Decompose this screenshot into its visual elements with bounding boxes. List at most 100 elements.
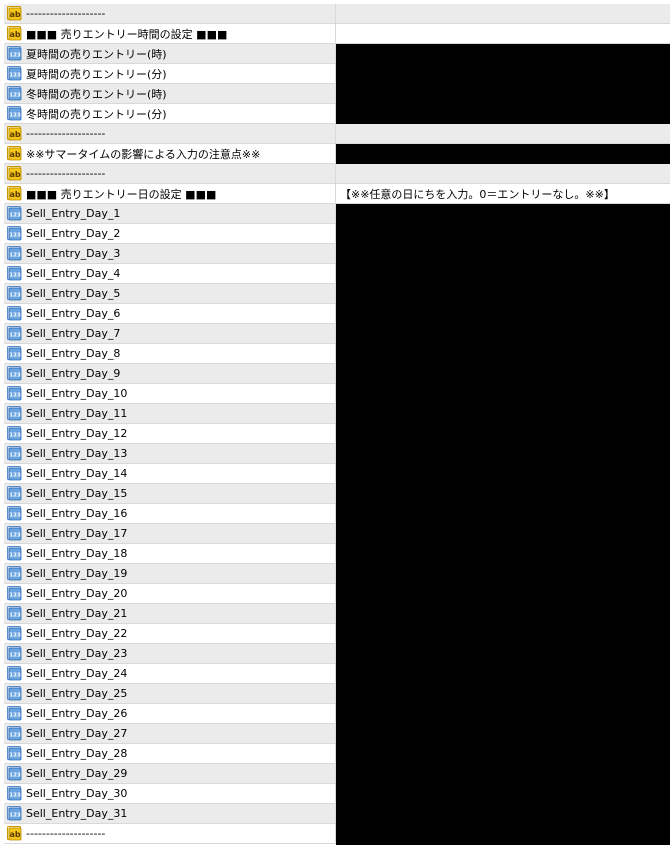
parameter-row[interactable]: ab ■■■ 売りエントリー時間の設定 ■■■ [4,24,670,44]
parameter-name-cell[interactable]: 123 Sell_Entry_Day_18 [4,544,336,563]
integer-type-icon: 123 [6,366,22,381]
parameter-value-cell[interactable] [336,164,670,183]
parameter-name-cell[interactable]: 123 Sell_Entry_Day_10 [4,384,336,403]
svg-text:123: 123 [9,413,21,419]
parameter-row[interactable]: ab ■■■ 売りエントリー日の設定 ■■■ 【※※任意の日にちを入力。0＝エントリ… [4,184,670,204]
parameter-value-cell[interactable] [336,24,670,43]
parameter-name: Sell_Entry_Day_19 [26,567,128,580]
integer-type-icon: 123 [6,106,22,121]
parameter-value-cell[interactable]: 【※※任意の日にちを入力。0＝エントリーなし。※※】 [336,184,670,203]
integer-type-icon: 123 [6,46,22,61]
parameter-name-cell[interactable]: ab -------------------- [4,4,336,23]
parameter-name-cell[interactable]: 123 Sell_Entry_Day_2 [4,224,336,243]
parameter-name-cell[interactable]: 123 Sell_Entry_Day_31 [4,804,336,823]
parameter-name-cell[interactable]: 123 Sell_Entry_Day_24 [4,664,336,683]
parameter-row[interactable]: ab -------------------- [4,4,670,24]
parameter-name-cell[interactable]: 123 Sell_Entry_Day_17 [4,524,336,543]
parameter-name: Sell_Entry_Day_6 [26,307,121,320]
parameter-name-cell[interactable]: 123 Sell_Entry_Day_14 [4,464,336,483]
parameter-name-cell[interactable]: ab -------------------- [4,164,336,183]
parameter-name: -------------------- [26,167,106,180]
parameter-name-cell[interactable]: 123 Sell_Entry_Day_19 [4,564,336,583]
svg-text:ab: ab [9,830,20,839]
parameter-name-cell[interactable]: 123 Sell_Entry_Day_4 [4,264,336,283]
integer-type-icon: 123 [6,86,22,101]
svg-text:123: 123 [9,773,21,779]
parameter-name-cell[interactable]: 123 夏時間の売りエントリー(分) [4,64,336,83]
svg-text:123: 123 [9,113,21,119]
parameter-name-cell[interactable]: 123 Sell_Entry_Day_15 [4,484,336,503]
parameter-name-cell[interactable]: ab ■■■ 売りエントリー時間の設定 ■■■ [4,24,336,43]
parameter-name-cell[interactable]: 123 夏時間の売りエントリー(時) [4,44,336,63]
parameter-name-cell[interactable]: 123 Sell_Entry_Day_28 [4,744,336,763]
parameter-name-cell[interactable]: ab -------------------- [4,124,336,143]
parameter-name-cell[interactable]: 123 Sell_Entry_Day_16 [4,504,336,523]
parameter-name-cell[interactable]: 123 Sell_Entry_Day_22 [4,624,336,643]
parameter-name-cell[interactable]: 123 Sell_Entry_Day_26 [4,704,336,723]
parameter-name-cell[interactable]: 123 Sell_Entry_Day_6 [4,304,336,323]
parameter-name-cell[interactable]: 123 Sell_Entry_Day_13 [4,444,336,463]
integer-type-icon: 123 [6,346,22,361]
parameter-name-cell[interactable]: 123 冬時間の売りエントリー(時) [4,84,336,103]
integer-type-icon: 123 [6,706,22,721]
parameter-name: Sell_Entry_Day_17 [26,527,128,540]
svg-text:123: 123 [9,533,21,539]
parameter-name-cell[interactable]: 123 Sell_Entry_Day_25 [4,684,336,703]
parameter-name: Sell_Entry_Day_20 [26,587,128,600]
parameter-name: Sell_Entry_Day_21 [26,607,128,620]
parameter-name: ■■■ 売りエントリー時間の設定 ■■■ [26,27,228,41]
svg-text:123: 123 [9,73,21,79]
parameter-name-cell[interactable]: 123 Sell_Entry_Day_5 [4,284,336,303]
parameter-name-cell[interactable]: ab ※※サマータイムの影響による入力の注意点※※ [4,144,336,163]
svg-text:123: 123 [9,633,21,639]
parameter-name: Sell_Entry_Day_18 [26,547,128,560]
integer-type-icon: 123 [6,306,22,321]
parameter-name-cell[interactable]: 123 Sell_Entry_Day_30 [4,784,336,803]
parameter-name-cell[interactable]: 123 Sell_Entry_Day_29 [4,764,336,783]
svg-text:ab: ab [9,130,20,139]
parameter-name: 夏時間の売りエントリー(時) [26,47,167,61]
parameter-value-cell[interactable] [336,124,670,143]
parameter-name: 冬時間の売りエントリー(時) [26,87,167,101]
parameter-name: Sell_Entry_Day_4 [26,267,121,280]
parameter-name-cell[interactable]: 123 Sell_Entry_Day_27 [4,724,336,743]
string-type-icon: ab [6,146,22,161]
parameter-name-cell[interactable]: 123 Sell_Entry_Day_11 [4,404,336,423]
parameter-name: Sell_Entry_Day_1 [26,207,121,220]
parameter-name-cell[interactable]: 123 Sell_Entry_Day_1 [4,204,336,223]
svg-text:123: 123 [9,793,21,799]
parameter-name-cell[interactable]: 123 Sell_Entry_Day_21 [4,604,336,623]
parameter-name: Sell_Entry_Day_10 [26,387,128,400]
parameter-value-cell[interactable] [336,4,670,23]
parameter-name-cell[interactable]: 123 Sell_Entry_Day_7 [4,324,336,343]
parameter-name-cell[interactable]: ab ■■■ 売りエントリー日の設定 ■■■ [4,184,336,203]
integer-type-icon: 123 [6,646,22,661]
parameter-name-cell[interactable]: ab -------------------- [4,824,336,843]
integer-type-icon: 123 [6,66,22,81]
parameter-name: Sell_Entry_Day_22 [26,627,128,640]
integer-type-icon: 123 [6,726,22,741]
svg-text:123: 123 [9,593,21,599]
parameter-name-cell[interactable]: 123 Sell_Entry_Day_8 [4,344,336,363]
parameter-row[interactable]: ab -------------------- [4,164,670,184]
svg-text:123: 123 [9,93,21,99]
parameter-name-cell[interactable]: 123 Sell_Entry_Day_12 [4,424,336,443]
svg-text:123: 123 [9,373,21,379]
parameter-name-cell[interactable]: 123 Sell_Entry_Day_23 [4,644,336,663]
redacted-values-block-2 [336,144,670,164]
parameter-name-cell[interactable]: 123 Sell_Entry_Day_9 [4,364,336,383]
parameter-name: ■■■ 売りエントリー日の設定 ■■■ [26,187,217,201]
parameter-name: Sell_Entry_Day_7 [26,327,121,340]
parameter-name-cell[interactable]: 123 Sell_Entry_Day_3 [4,244,336,263]
parameter-name-cell[interactable]: 123 Sell_Entry_Day_20 [4,584,336,603]
parameter-row[interactable]: ab -------------------- [4,124,670,144]
integer-type-icon: 123 [6,486,22,501]
string-type-icon: ab [6,26,22,41]
svg-text:123: 123 [9,393,21,399]
parameter-name-cell[interactable]: 123 冬時間の売りエントリー(分) [4,104,336,123]
parameter-name: Sell_Entry_Day_28 [26,747,128,760]
svg-text:123: 123 [9,273,21,279]
integer-type-icon: 123 [6,266,22,281]
integer-type-icon: 123 [6,686,22,701]
integer-type-icon: 123 [6,546,22,561]
